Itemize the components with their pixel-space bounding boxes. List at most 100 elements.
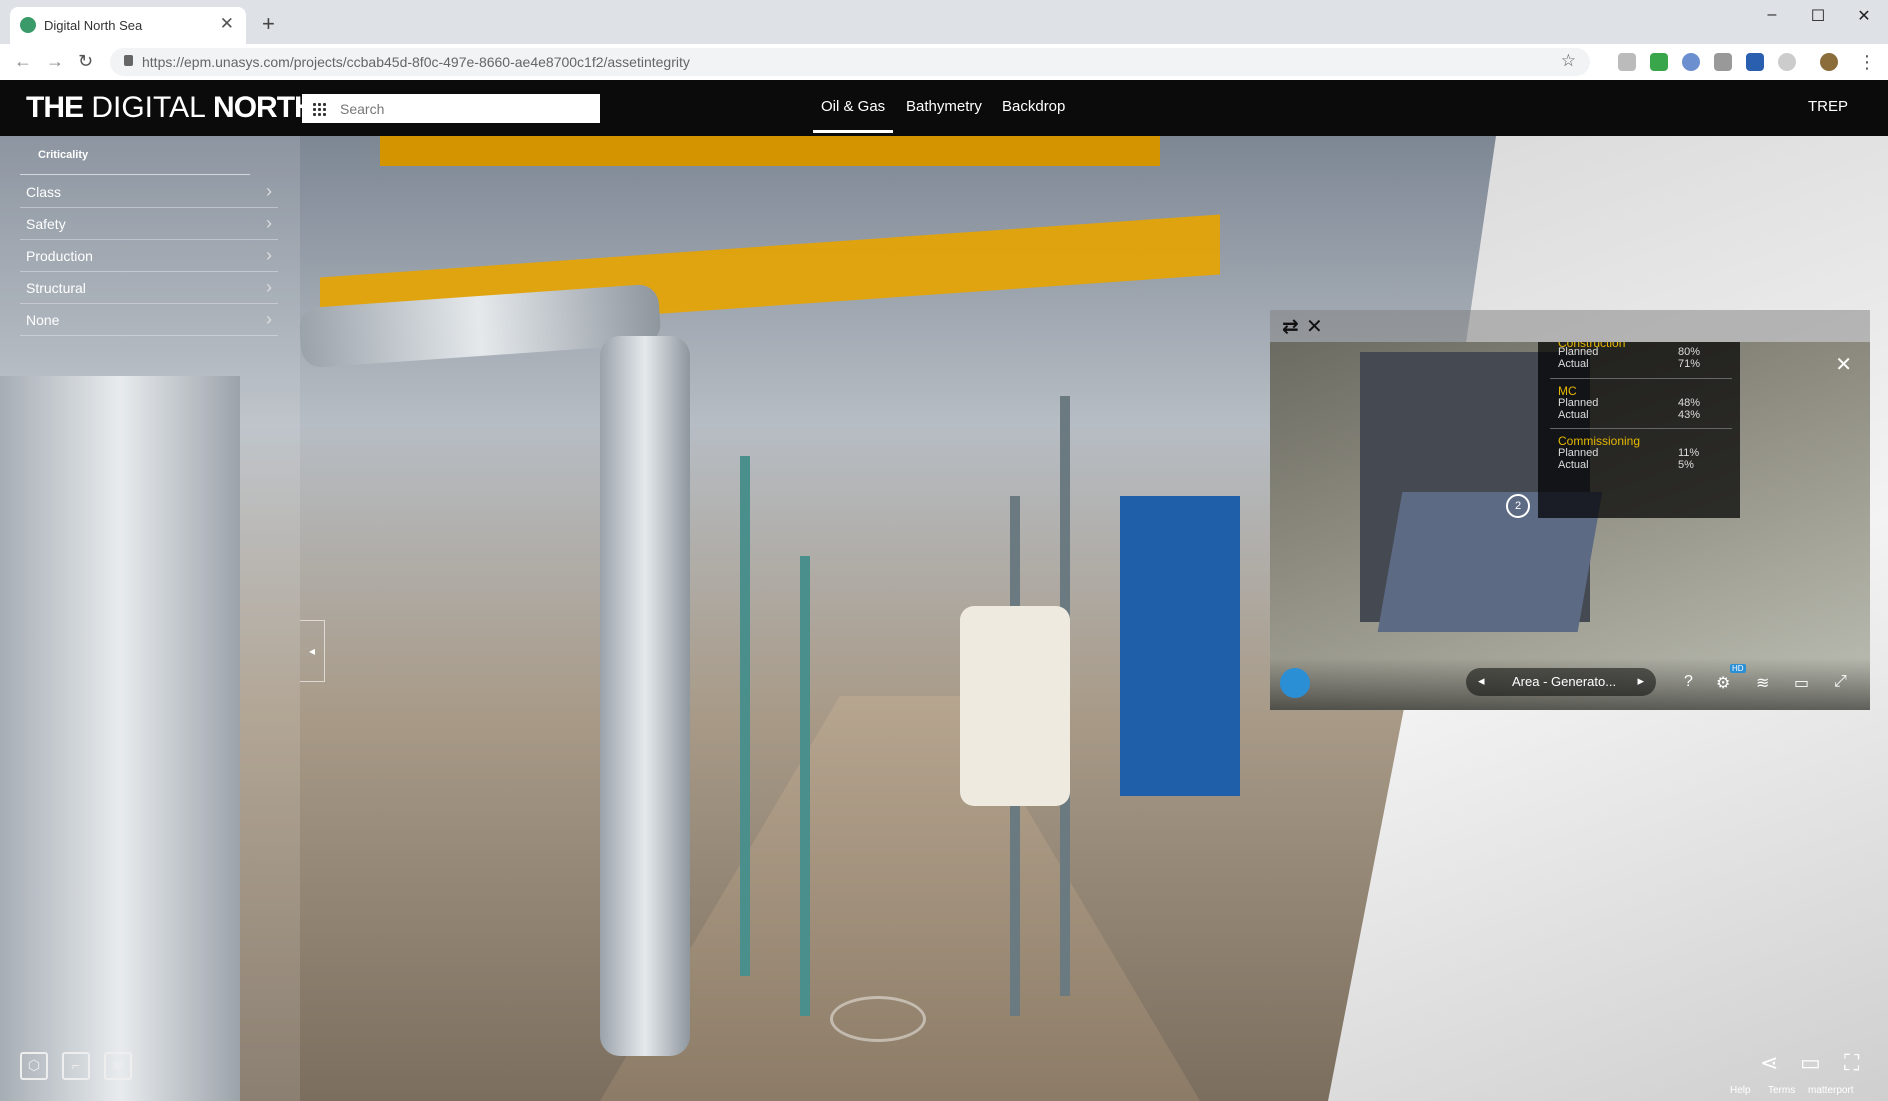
divider [20, 239, 278, 240]
chevron-right-icon: › [266, 245, 272, 265]
swap-icon[interactable]: ⇄ [1282, 314, 1299, 339]
actual-label: Actual [1558, 358, 1589, 370]
close-icon[interactable]: ✕ [1835, 352, 1852, 377]
logo-part-the: THE [26, 91, 84, 124]
previous-arrow-icon[interactable]: ◂ [1478, 673, 1485, 689]
extension-clock-icon[interactable] [1778, 53, 1796, 71]
tab-close-icon[interactable]: ✕ [220, 14, 234, 34]
divider [20, 271, 278, 272]
fullscreen-icon[interactable]: ⛶ [1844, 1050, 1859, 1076]
address-bar[interactable]: https://epm.unasys.com/projects/ccbab45d… [110, 48, 1590, 76]
planned-label: Planned [1558, 447, 1599, 459]
divider [20, 207, 278, 208]
extension-icon[interactable] [1618, 53, 1636, 71]
divider [1550, 428, 1732, 429]
area-selector[interactable]: ◂ Area - Generato... ▸ [1466, 668, 1656, 696]
stat-row-actual: Actual 71% [1558, 358, 1728, 370]
search-input[interactable] [338, 98, 592, 120]
stat-title: Commissioning [1558, 434, 1641, 448]
apps-grid-icon[interactable] [312, 102, 326, 116]
divider [20, 335, 278, 336]
white-bag [960, 606, 1070, 806]
scaffold-pole [800, 556, 810, 1016]
vr-goggles-icon[interactable]: ▭ [1794, 673, 1809, 693]
share-icon[interactable]: ⋖ [1760, 1050, 1778, 1076]
sidebar-item-safety[interactable]: Safety › [0, 210, 278, 240]
sidebar-item-label: Structural [26, 280, 86, 296]
floating-viewer-panel: ⇄ ✕ Construction Planned 80% Actual 71% MC… [1270, 310, 1870, 710]
tag-marker[interactable]: 2 [1506, 494, 1530, 518]
viewer-controls: ◂ Area - Generato... ▸ ? ⚙ HD ≋ ▭ ⤢ [1270, 658, 1870, 710]
logo-part-digital: DIGITAL [83, 91, 214, 124]
sidebar-item-structural[interactable]: Structural › [0, 274, 278, 304]
divider [1550, 378, 1732, 379]
tab-oil-gas[interactable]: Oil & Gas [812, 98, 894, 133]
sidebar-item-label: Production [26, 248, 93, 264]
app-header: THE DIGITAL NORTH SEA Oil & Gas Bathymet… [0, 80, 1888, 136]
hd-badge: HD [1730, 664, 1746, 673]
panel-toolbar: ⇄ ✕ [1270, 310, 1870, 342]
planned-value: 48% [1678, 397, 1701, 409]
browser-toolbar: ← → ↻ https://epm.unasys.com/projects/cc… [0, 44, 1888, 81]
close-icon[interactable]: ✕ [1306, 314, 1323, 339]
terms-link[interactable]: Terms [1768, 1085, 1795, 1096]
actual-label: Actual [1558, 409, 1589, 421]
help-link[interactable]: Help [1730, 1085, 1751, 1096]
maximize-button[interactable]: ☐ [1798, 6, 1838, 26]
fullscreen-icon[interactable]: ⤢ [1834, 673, 1847, 691]
browser-menu-icon[interactable]: ⋮ [1858, 52, 1876, 73]
divider [20, 174, 250, 175]
tab-backdrop[interactable]: Backdrop [1002, 98, 1065, 115]
user-menu[interactable]: TREP [1808, 98, 1848, 115]
extension-circle-icon[interactable] [1682, 53, 1700, 71]
reload-icon[interactable]: ↻ [78, 51, 93, 72]
vr-icon[interactable]: ▭ [1800, 1050, 1821, 1076]
planned-value: 11% [1678, 447, 1700, 459]
planned-label: Planned [1558, 397, 1599, 409]
layers-icon[interactable]: ≋ [104, 1052, 132, 1080]
actual-value: 5% [1678, 459, 1694, 471]
close-window-button[interactable]: ✕ [1844, 6, 1884, 26]
stat-row-planned: Planned 11% [1558, 447, 1728, 459]
extension-plus-icon[interactable] [1650, 53, 1668, 71]
3d-view-icon[interactable]: ⬡ [20, 1052, 48, 1080]
divider [20, 303, 278, 304]
browser-tab[interactable]: Digital North Sea ✕ [10, 7, 246, 44]
chevron-right-icon: › [266, 181, 272, 201]
settings-gear-icon[interactable]: ⚙ [1716, 673, 1730, 693]
minimize-button[interactable]: – [1752, 6, 1792, 24]
site-favicon-icon [20, 17, 36, 33]
sidebar-item-none[interactable]: None › [0, 306, 278, 336]
profile-avatar[interactable] [1820, 53, 1838, 71]
stat-row-planned: Planned 48% [1558, 397, 1728, 409]
browser-tab-strip: Digital North Sea ✕ + – ☐ ✕ [0, 0, 1888, 44]
navigation-marker[interactable] [830, 996, 926, 1042]
aerial-3d-view[interactable]: Construction Planned 80% Actual 71% MC Pla… [1270, 342, 1870, 710]
tab-title: Digital North Sea [44, 18, 143, 33]
matterport-brand[interactable]: matterport [1808, 1085, 1854, 1096]
forward-arrow-icon[interactable]: → [46, 51, 64, 72]
layers-icon[interactable]: ≋ [1756, 673, 1769, 693]
bookmark-star-icon[interactable]: ☆ [1561, 51, 1576, 71]
extension-calendar-icon[interactable] [1746, 53, 1764, 71]
help-button[interactable]: ? [1684, 673, 1693, 691]
extension-database-icon[interactable] [1714, 53, 1732, 71]
new-tab-button[interactable]: + [262, 11, 275, 37]
sidebar-item-production[interactable]: Production › [0, 242, 278, 272]
floorplan-icon[interactable]: ⌐ [62, 1052, 90, 1080]
pipe-vertical [600, 336, 690, 1056]
blue-equipment [1120, 496, 1240, 796]
planned-value: 80% [1678, 346, 1701, 358]
tab-bathymetry[interactable]: Bathymetry [906, 98, 982, 115]
url-text: https://epm.unasys.com/projects/ccbab45d… [142, 54, 690, 70]
back-arrow-icon[interactable]: ← [14, 51, 32, 72]
scaffold-pole [740, 456, 750, 976]
chevron-right-icon: › [266, 277, 272, 297]
next-arrow-icon[interactable]: ▸ [1637, 673, 1644, 689]
matterport-logo-button[interactable] [1280, 668, 1310, 698]
sidebar-item-label: Safety [26, 216, 66, 232]
sidebar-item-class[interactable]: Class › [0, 178, 278, 208]
criticality-sidebar: Criticality Class › Safety › Production … [0, 136, 300, 1101]
sidebar-collapse-button[interactable]: ◂ [300, 620, 325, 682]
actual-label: Actual [1558, 459, 1589, 471]
